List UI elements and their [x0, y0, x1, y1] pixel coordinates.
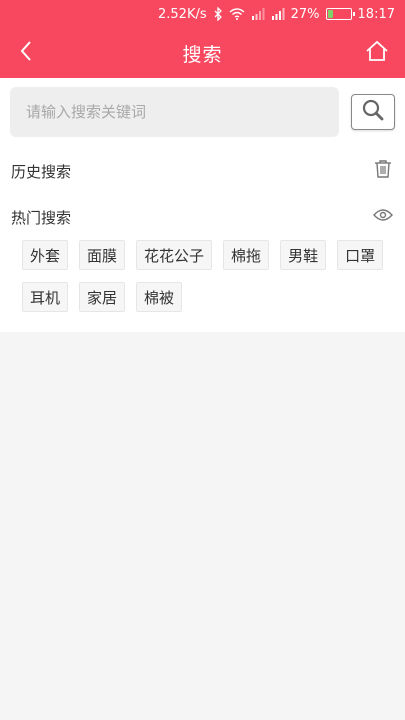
toggle-hot-visibility-button[interactable]: [371, 205, 395, 229]
hot-label: 热门搜索: [11, 208, 72, 227]
hot-section-header: 热门搜索: [0, 194, 405, 240]
history-label: 历史搜索: [11, 162, 72, 181]
hot-tag[interactable]: 口罩: [337, 240, 384, 270]
chevron-left-icon: [19, 40, 33, 66]
app-header: 搜索: [0, 28, 405, 78]
hot-tag[interactable]: 耳机: [22, 282, 69, 312]
status-bar: 2.52K/s 27% 18:17: [0, 0, 405, 28]
battery-icon: [325, 8, 355, 20]
hot-tag[interactable]: 棉拖: [223, 240, 270, 270]
trash-icon: [374, 159, 392, 183]
hot-tag[interactable]: 家居: [79, 282, 126, 312]
search-icon: [361, 98, 385, 126]
page-title: 搜索: [182, 43, 223, 66]
eye-icon: [373, 208, 393, 226]
hot-tag[interactable]: 花花公子: [136, 240, 213, 270]
history-section-header: 历史搜索: [0, 148, 405, 194]
signal-icon: [251, 8, 265, 20]
search-screen: 2.52K/s 27% 18:17 搜索 请输入搜索关键词 历史搜索 热门搜索 …: [0, 0, 405, 720]
search-bar: [0, 78, 405, 140]
home-icon: [365, 40, 389, 66]
search-button[interactable]: [351, 94, 395, 130]
signal-icon: [271, 8, 285, 20]
hot-tag[interactable]: 外套: [22, 240, 69, 270]
search-input[interactable]: [10, 87, 339, 137]
battery-percent: 27%: [290, 6, 320, 22]
home-button[interactable]: [355, 28, 399, 78]
hot-tag-list: 外套 面膜 花花公子 棉拖 男鞋 口罩耳机 家居 棉被: [0, 240, 405, 312]
bluetooth-icon: [213, 7, 223, 21]
network-speed: 2.52K/s: [158, 6, 207, 22]
back-button[interactable]: [6, 28, 46, 78]
wifi-icon: [229, 8, 245, 20]
clock: 18:17: [357, 6, 395, 22]
hot-tag[interactable]: 面膜: [79, 240, 126, 270]
search-panel: 历史搜索 热门搜索 外套面膜花花公子棉拖男鞋口罩耳机家居棉被: [0, 78, 405, 332]
hot-tag[interactable]: 棉被: [136, 282, 183, 312]
clear-history-button[interactable]: [371, 159, 395, 183]
hot-tag[interactable]: 男鞋: [280, 240, 327, 270]
